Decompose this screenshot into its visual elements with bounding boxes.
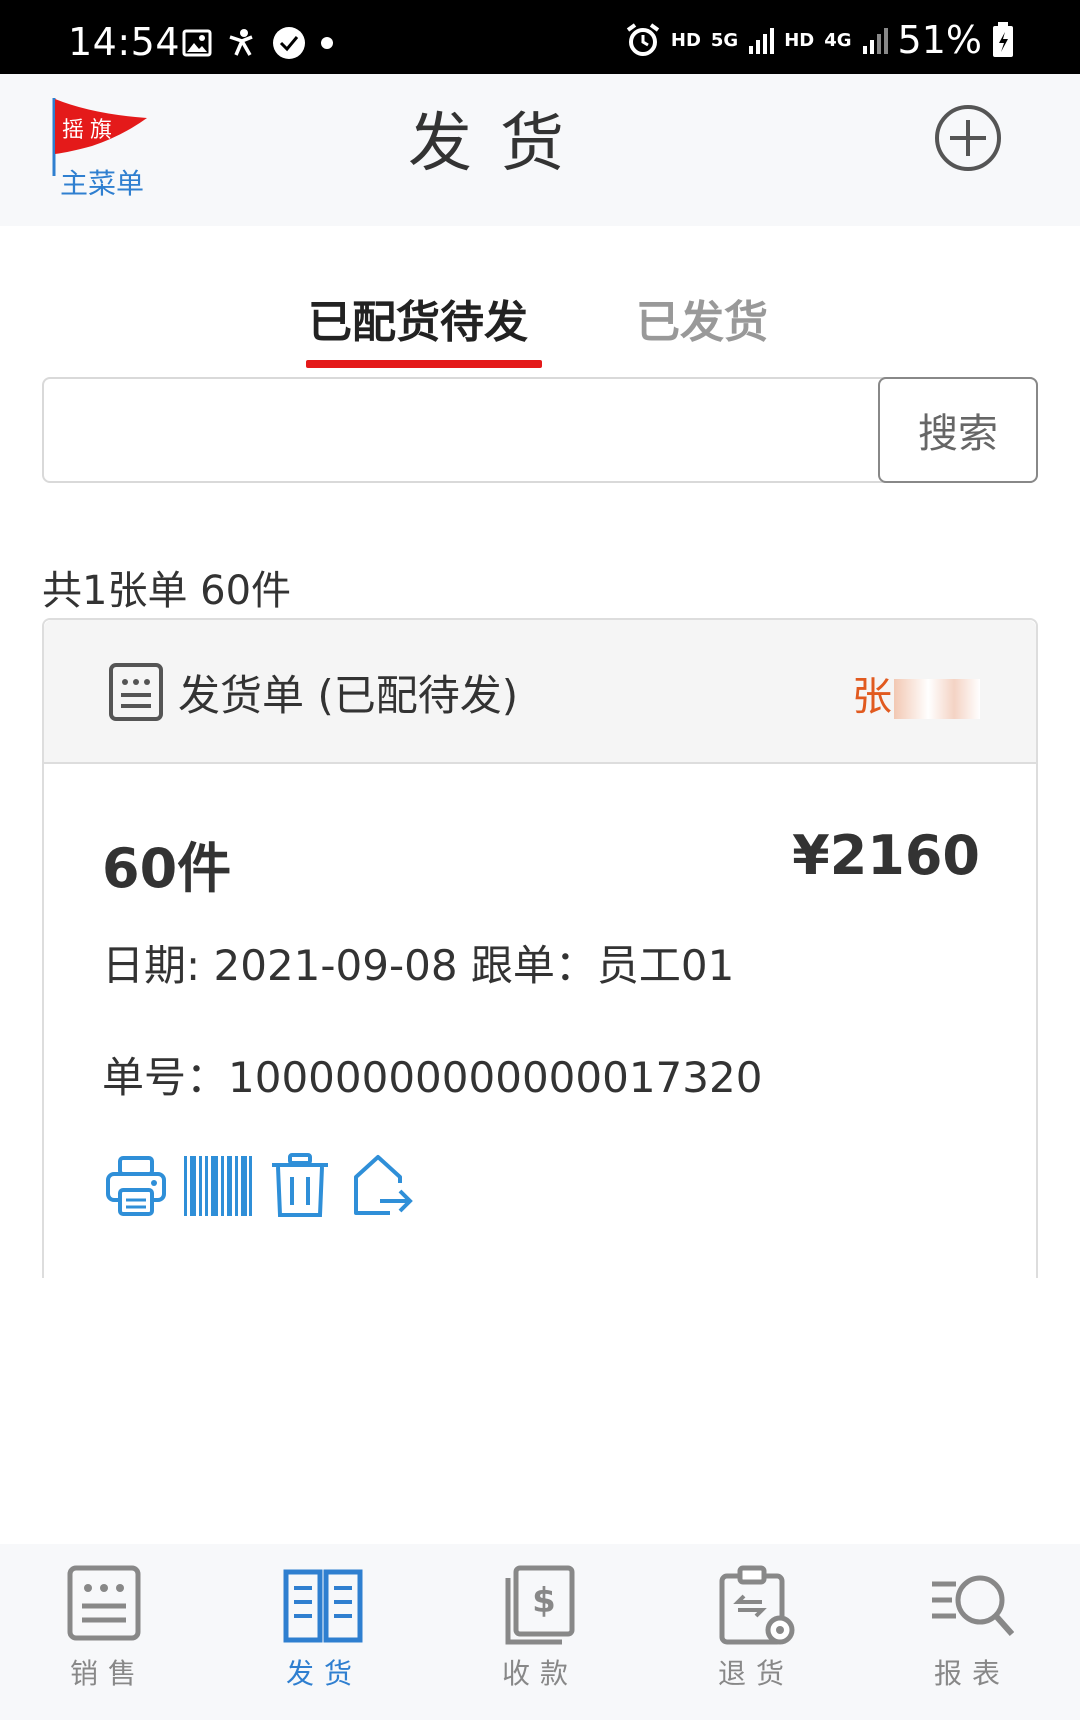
status-battery: 51% xyxy=(897,18,982,62)
plus-circle-icon[interactable] xyxy=(934,104,1002,172)
nav-item-shipping[interactable]: 发货 xyxy=(216,1552,432,1720)
status-time: 14:54 xyxy=(68,20,181,64)
report-icon xyxy=(932,1575,1014,1636)
search-bar: 搜索 xyxy=(42,377,1038,483)
signal-icon xyxy=(749,28,775,54)
search-button[interactable]: 搜索 xyxy=(878,377,1038,483)
order-quantity: 60件 xyxy=(102,837,232,900)
tab-pending-shipment[interactable]: 已配货待发 xyxy=(308,286,528,350)
order-amount: ¥2160 xyxy=(792,824,980,887)
person-icon xyxy=(229,29,253,56)
app-header: 摇旗 主菜单 发货 xyxy=(0,74,1080,226)
search-input[interactable] xyxy=(44,379,880,481)
nav-label-report: 报表 xyxy=(933,1657,1010,1690)
alarm-icon xyxy=(626,23,660,56)
order-card-title: 发货单 (已配待发) xyxy=(178,671,519,720)
document-icon xyxy=(109,663,163,721)
nav-item-return[interactable]: 退货 xyxy=(648,1552,864,1720)
status-net-5g: 5G xyxy=(710,29,739,51)
order-actions xyxy=(102,1150,416,1222)
status-bar: 14:54 HD 5G HD 4G 51% xyxy=(0,0,1080,74)
page-title: 发货 xyxy=(408,107,592,181)
tab-shipped[interactable]: 已发货 xyxy=(636,286,768,350)
nav-item-sales[interactable]: 销售 xyxy=(0,1552,216,1720)
active-tab-indicator xyxy=(306,360,542,368)
order-card-user-name: 张 xyxy=(852,674,892,720)
delete-button[interactable] xyxy=(266,1150,334,1222)
battery-icon xyxy=(993,22,1013,57)
order-card[interactable]: 发货单 (已配待发) 张 60件 ¥2160 日期: 2021-09-08 跟单… xyxy=(42,618,1038,1278)
export-icon xyxy=(354,1155,413,1215)
print-button[interactable] xyxy=(102,1150,170,1222)
nav-item-payment[interactable]: $ 收款 xyxy=(432,1552,648,1720)
nav-label-payment: 收款 xyxy=(501,1657,578,1690)
nav-label-sales: 销售 xyxy=(69,1657,146,1690)
payment-icon: $ xyxy=(505,1565,575,1645)
return-icon xyxy=(719,1565,795,1645)
nav-label-shipping: 发货 xyxy=(285,1657,362,1690)
trash-icon xyxy=(272,1153,328,1217)
export-button[interactable] xyxy=(348,1150,416,1222)
print-icon xyxy=(106,1156,166,1216)
signal-icon-2 xyxy=(862,28,888,54)
nav-item-report[interactable]: 报表 xyxy=(864,1552,1080,1720)
order-card-header: 发货单 (已配待发) 张 xyxy=(44,620,1036,764)
status-net-hd2: HD xyxy=(784,29,815,51)
dot-icon xyxy=(321,37,333,49)
bottom-nav: 销售 发货 $ 收款 退货 报表 xyxy=(0,1544,1080,1720)
nav-label-return: 退货 xyxy=(717,1657,794,1690)
sales-icon xyxy=(67,1565,141,1641)
redacted-mark xyxy=(894,679,980,719)
status-left-icons xyxy=(182,26,334,60)
status-right-icons: HD 5G HD 4G 51% xyxy=(625,18,1014,62)
svg-text:$: $ xyxy=(532,1581,556,1621)
barcode-button[interactable] xyxy=(184,1150,252,1222)
check-badge-icon xyxy=(273,27,305,59)
image-icon xyxy=(182,29,212,57)
order-date-line: 日期: 2021-09-08 跟单：员工01 xyxy=(102,941,735,990)
order-number-line: 单号：10000000000000017320 xyxy=(102,1053,763,1102)
status-net-4g: 4G xyxy=(824,29,852,51)
order-card-user: 张 xyxy=(852,664,980,722)
barcode-icon xyxy=(184,1156,252,1216)
tab-bar: 已配货待发 已发货 xyxy=(0,226,1080,376)
status-net-hd1: HD xyxy=(670,29,701,51)
order-summary: 共1张单 60件 xyxy=(42,568,292,614)
shipping-icon xyxy=(283,1569,363,1643)
